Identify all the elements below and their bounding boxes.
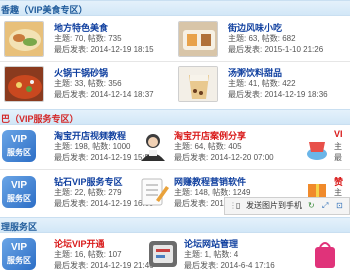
vip-service-icon[interactable]: VIP 服务区 [2, 130, 36, 162]
vip-badge-sub: 服务区 [7, 194, 31, 203]
vip-badge-text: VIP [10, 242, 28, 253]
forum-street-snack[interactable]: 街边风味小吃 主题: 63, 帖数: 682 最后发表: 2015-1-10 2… [178, 19, 350, 59]
forum-last-street-snack: 最后发表: 2015-1-10 21:26 [228, 45, 324, 54]
cart-icon[interactable] [306, 130, 328, 162]
shopping-bag-icon [315, 242, 335, 268]
section-title-vip: 巴（VIP服务专区） [1, 114, 79, 124]
forum-name-partial[interactable]: VI [334, 129, 343, 139]
refresh-icon[interactable]: ↻ [308, 200, 315, 212]
forum-stats-site-admin: 主题: 1, 帖数: 4 [184, 250, 239, 259]
notebook-icon [141, 178, 169, 206]
forum-stats-street-snack: 主题: 63, 帖数: 682 [228, 34, 296, 43]
vip-badge-text: VIP [10, 180, 28, 191]
admin-icon[interactable] [146, 238, 180, 270]
forum-stats-forum-vip: 主题: 16, 帖数: 107 [54, 250, 122, 259]
drink-photo-icon [179, 67, 217, 101]
divider [0, 61, 350, 62]
notes-icon[interactable] [136, 176, 170, 208]
section-header-vip: 巴（VIP服务专区） [0, 109, 350, 125]
forum-stats-soup: 主题: 41, 帖数: 422 [228, 79, 296, 88]
forum-thumb-local-food[interactable] [4, 21, 44, 57]
vip-service-icon[interactable]: VIP 服务区 [2, 238, 36, 270]
forum-hotpot[interactable]: 火锅干锅砂锅 主题: 33, 帖数: 356 最后发表: 2014-12-14 … [4, 64, 174, 104]
expand-icon[interactable]: ⤢ [322, 200, 328, 212]
forum-last-soup: 最后发表: 2014-12-19 18:36 [228, 90, 328, 99]
agent-icon [141, 134, 165, 161]
forum-last-hotpot: 最后发表: 2014-12-14 18:37 [54, 90, 154, 99]
image-toolbar: ⋮ ▯ 发送图片到手机 ↻ ⤢ ⊡ [224, 197, 350, 215]
bag-icon[interactable] [312, 238, 338, 270]
divider [0, 169, 350, 170]
vip-badge: VIP 服务区 [2, 176, 36, 208]
section-header-service: 理服务区 [0, 217, 350, 233]
forum-site-admin[interactable]: 论坛网站管理 主题: 1, 帖数: 4 最后发表: 2014-6-4 17:16 [144, 235, 304, 275]
forum-thumb-hotpot[interactable] [4, 66, 44, 102]
forum-stats-taobao-video: 主题: 198, 帖数: 1000 [54, 142, 131, 151]
food-photo-icon [5, 22, 43, 56]
section-title-food: 香趣（VIP美食专区） [1, 5, 88, 15]
forum-last-forum-vip: 最后发表: 2014-12-19 21:46 [54, 261, 154, 270]
forum-last-taobao-share: 最后发表: 2014-12-20 07:00 [174, 153, 274, 162]
send-to-phone-button[interactable]: 发送图片到手机 [246, 200, 302, 212]
vip-badge-sub: 服务区 [7, 148, 31, 157]
hotpot-photo-icon [5, 67, 43, 101]
section-header-food: 香趣（VIP美食专区） [0, 0, 350, 16]
support-agent-icon[interactable] [136, 130, 170, 162]
forum-taobao-share[interactable]: 淘宝开店案例分享 主题: 64, 帖数: 405 最后发表: 2014-12-2… [134, 127, 304, 167]
shopping-icon [307, 142, 327, 160]
snack-photo-icon [179, 22, 217, 56]
forum-local-food[interactable]: 地方特色美食 主题: 70, 帖数: 735 最后发表: 2014-12-19 … [4, 19, 174, 59]
section-title-service: 理服务区 [1, 222, 38, 232]
forum-last-site-admin: 最后发表: 2014-6-4 17:16 [184, 261, 275, 270]
vip-badge-text: VIP [10, 134, 28, 145]
forum-stats-local-food: 主题: 70, 帖数: 735 [54, 34, 122, 43]
vip-badge: VIP 服务区 [2, 130, 36, 162]
forum-soup[interactable]: 汤粥饮料甜品 主题: 41, 帖数: 422 最后发表: 2014-12-19 … [178, 64, 350, 104]
vip-badge-sub: 服务区 [7, 256, 31, 265]
forum-stats-hotpot: 主题: 33, 帖数: 356 [54, 79, 122, 88]
forum-thumb-soup[interactable] [178, 66, 218, 102]
close-icon[interactable]: ⊡ [336, 200, 343, 212]
forum-last-local-food: 最后发表: 2014-12-19 18:15 [54, 45, 154, 54]
phone-icon[interactable]: ▯ [236, 200, 240, 212]
forum-partial-right[interactable]: VI 主 最 [306, 127, 350, 167]
forum-stats-taobao-share: 主题: 64, 帖数: 405 [174, 142, 242, 151]
forum-thumb-street-snack[interactable] [178, 21, 218, 57]
forum-partial-right-3[interactable] [312, 235, 350, 275]
forum-stats-partial: 主 [334, 142, 342, 151]
window-icon [149, 241, 177, 267]
vip-badge: VIP 服务区 [2, 238, 36, 270]
forum-stats-diamond-vip: 主题: 22, 帖数: 279 [54, 188, 122, 197]
vip-service-icon[interactable]: VIP 服务区 [2, 176, 36, 208]
forum-last-partial: 最 [334, 153, 342, 162]
